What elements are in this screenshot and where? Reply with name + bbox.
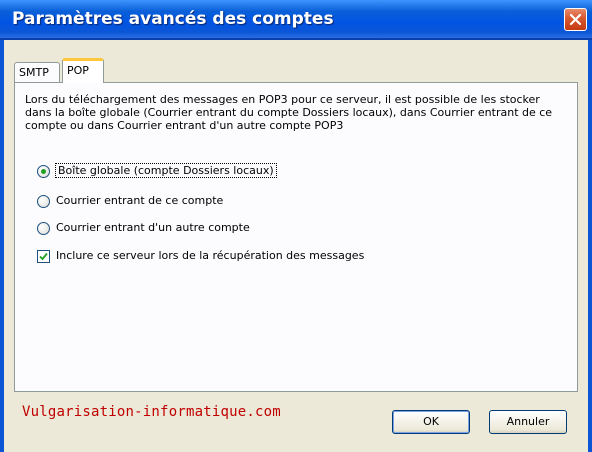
- ok-button[interactable]: OK: [392, 410, 470, 434]
- pop-tab-panel: Lors du téléchargement des messages en P…: [14, 82, 578, 392]
- advanced-account-settings-dialog: Paramètres avancés des comptes SMTP POP …: [0, 0, 592, 452]
- close-button[interactable]: [564, 8, 587, 31]
- option-other-account-inbox-label: Courrier entrant d'un autre compte: [56, 221, 250, 234]
- option-global-inbox-label: Boîte globale (compte Dossiers locaux): [55, 163, 277, 178]
- radio-global-inbox[interactable]: [37, 164, 50, 178]
- option-global-inbox[interactable]: Boîte globale (compte Dossiers locaux): [37, 163, 277, 179]
- checkmark-icon: [39, 252, 48, 260]
- watermark-text: Vulgarisation-informatique.com: [22, 404, 281, 420]
- pop-description: Lors du téléchargement des messages en P…: [25, 93, 553, 132]
- option-account-inbox-label: Courrier entrant de ce compte: [56, 194, 224, 207]
- title-bar[interactable]: Paramètres avancés des comptes: [0, 0, 592, 40]
- window-title: Paramètres avancés des comptes: [12, 9, 334, 29]
- radio-account-inbox[interactable]: [37, 194, 50, 208]
- cancel-button[interactable]: Annuler: [489, 410, 567, 434]
- close-icon: [569, 13, 582, 26]
- window-frame-right: [588, 40, 592, 452]
- option-other-account-inbox[interactable]: Courrier entrant d'un autre compte: [37, 220, 250, 236]
- include-server-checkbox[interactable]: [37, 249, 50, 263]
- window-frame-left: [0, 40, 4, 452]
- tab-pop[interactable]: POP: [62, 58, 104, 83]
- radio-other-account-inbox[interactable]: [37, 221, 50, 235]
- option-account-inbox[interactable]: Courrier entrant de ce compte: [37, 193, 223, 209]
- include-server-label: Inclure ce serveur lors de la récupérati…: [56, 249, 365, 262]
- tab-smtp[interactable]: SMTP: [14, 62, 60, 82]
- include-server-option[interactable]: Inclure ce serveur lors de la récupérati…: [37, 248, 364, 264]
